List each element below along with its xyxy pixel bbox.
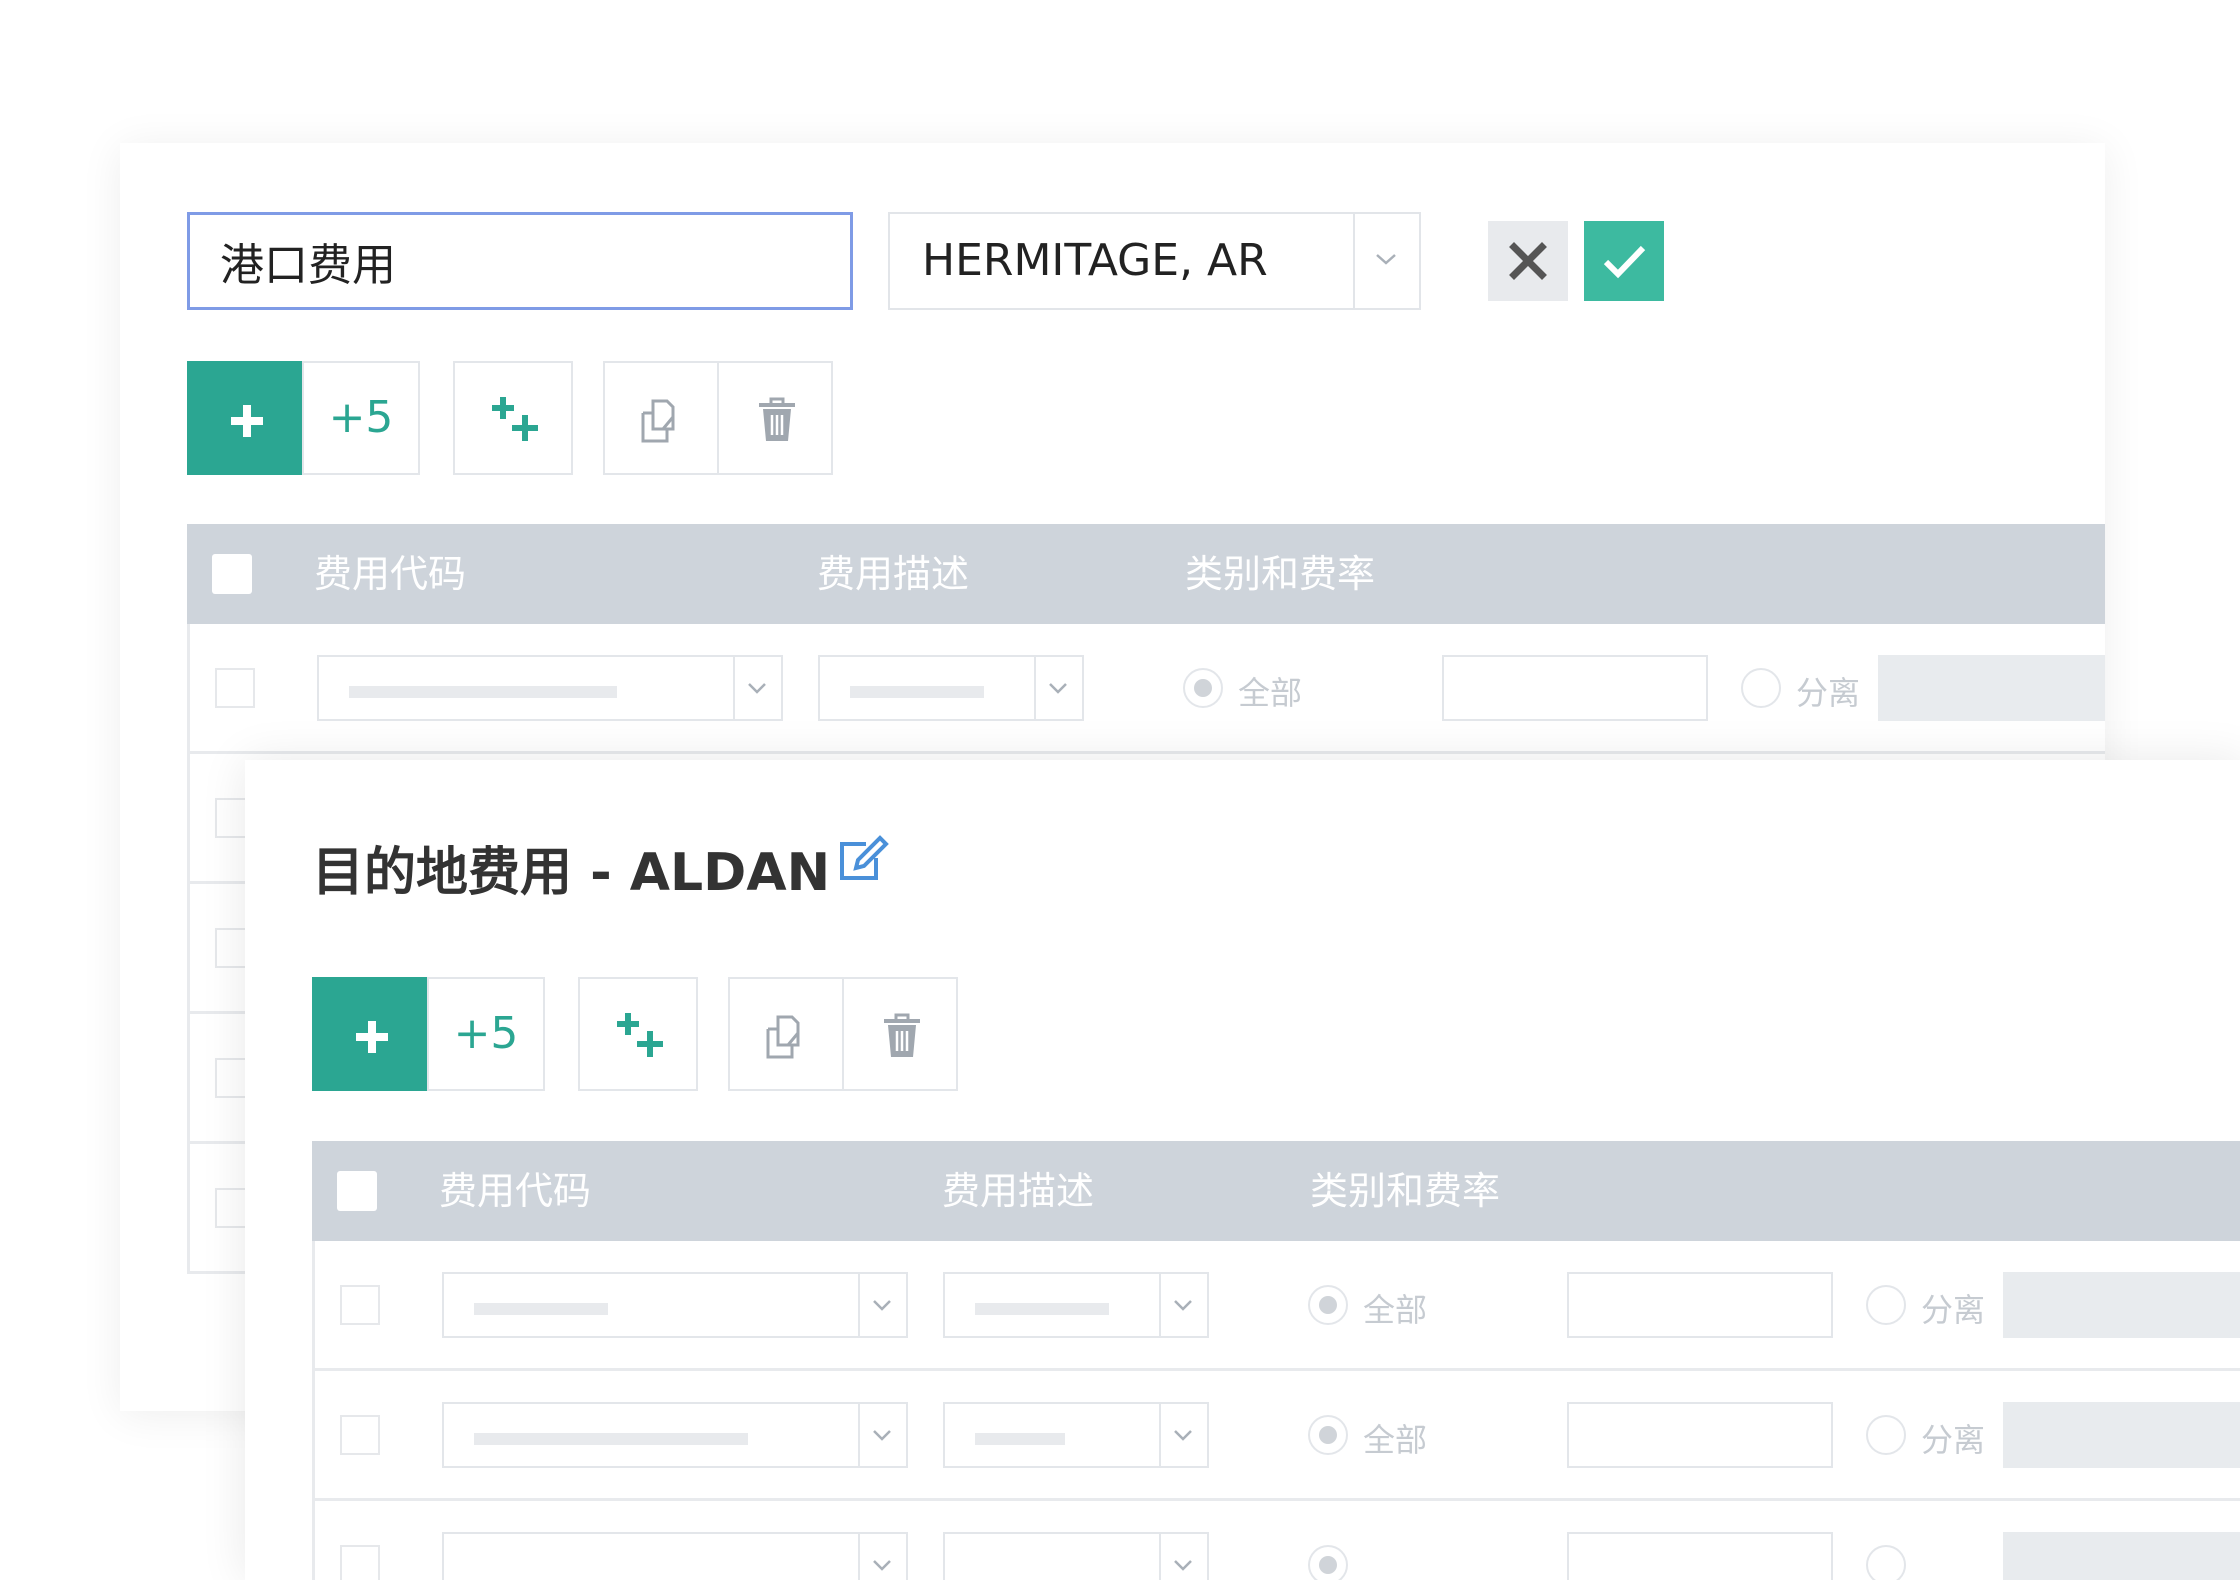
charge-code-select[interactable] bbox=[317, 655, 783, 721]
chevron-down-icon bbox=[1174, 1560, 1192, 1571]
location-select-value: HERMITAGE, AR bbox=[922, 235, 1268, 286]
cancel-button[interactable] bbox=[1488, 221, 1568, 301]
charge-code-select[interactable] bbox=[442, 1402, 908, 1468]
header-charge-code: 费用代码 bbox=[314, 552, 467, 596]
rate-input[interactable] bbox=[1567, 1402, 1833, 1468]
header-charge-description: 费用描述 bbox=[817, 552, 970, 596]
copy-button[interactable] bbox=[728, 977, 844, 1091]
destination-charges-card: 目的地费用 - ALDAN +5 费用代码 费用描述 类别和费率 全部 分离 全… bbox=[245, 760, 2240, 1580]
chevron-down-icon bbox=[873, 1430, 891, 1441]
radio-split-label: 分离 bbox=[1796, 674, 1861, 712]
select-all-checkbox[interactable] bbox=[212, 554, 252, 594]
row-checkbox[interactable] bbox=[340, 1285, 380, 1325]
radio-all-label: 全部 bbox=[1363, 1421, 1428, 1459]
chevron-down-icon bbox=[873, 1560, 891, 1571]
table-row: 全部 分离 bbox=[312, 1371, 2240, 1501]
charge-description-select[interactable] bbox=[943, 1532, 1209, 1580]
radio-all[interactable] bbox=[1308, 1545, 1348, 1580]
close-icon bbox=[1509, 242, 1547, 280]
rate-input[interactable] bbox=[1442, 655, 1708, 721]
header-category-rate: 类别和费率 bbox=[1310, 1169, 1501, 1213]
chevron-down-icon bbox=[748, 683, 766, 694]
row-checkbox[interactable] bbox=[215, 668, 255, 708]
radio-split-label: 分离 bbox=[1921, 1291, 1986, 1329]
add-five-button[interactable]: +5 bbox=[427, 977, 545, 1091]
select-all-checkbox[interactable] bbox=[337, 1171, 377, 1211]
add-five-button[interactable]: +5 bbox=[302, 361, 420, 475]
plus-icon bbox=[231, 405, 263, 437]
table-row bbox=[312, 1501, 2240, 1580]
add-five-label: +5 bbox=[453, 1008, 519, 1059]
charge-description-select[interactable] bbox=[818, 655, 1084, 721]
section-title: 目的地费用 - ALDAN bbox=[312, 843, 831, 903]
table-row: 全部 分离 bbox=[187, 624, 2105, 754]
charge-code-select[interactable] bbox=[442, 1532, 908, 1580]
header-category-rate: 类别和费率 bbox=[1185, 552, 1376, 596]
trash-icon bbox=[759, 397, 795, 441]
radio-split[interactable] bbox=[1741, 668, 1781, 708]
radio-split-label: 分离 bbox=[1921, 1421, 1986, 1459]
radio-all-label: 全部 bbox=[1363, 1291, 1428, 1329]
row-checkbox[interactable] bbox=[340, 1415, 380, 1455]
chevron-down-icon bbox=[1049, 683, 1067, 694]
add-charge-button[interactable] bbox=[312, 977, 429, 1091]
add-multiple-button[interactable] bbox=[453, 361, 573, 475]
charges-toolbar: +5 bbox=[312, 977, 972, 1091]
amount-field[interactable] bbox=[2003, 1532, 2240, 1580]
radio-split[interactable] bbox=[1866, 1285, 1906, 1325]
confirm-button[interactable] bbox=[1584, 221, 1664, 301]
add-five-label: +5 bbox=[328, 392, 394, 443]
charge-description-select[interactable] bbox=[943, 1272, 1209, 1338]
charge-code-select[interactable] bbox=[442, 1272, 908, 1338]
radio-all[interactable] bbox=[1308, 1415, 1348, 1455]
radio-all[interactable] bbox=[1308, 1285, 1348, 1325]
row-checkbox[interactable] bbox=[340, 1545, 380, 1580]
chevron-down-icon bbox=[1174, 1300, 1192, 1311]
copy-button[interactable] bbox=[603, 361, 719, 475]
header-charge-description: 费用描述 bbox=[942, 1169, 1095, 1213]
chevron-down-icon bbox=[1174, 1430, 1192, 1441]
amount-field[interactable] bbox=[2003, 1402, 2240, 1468]
chevron-down-icon[interactable] bbox=[1353, 214, 1419, 308]
copy-icon bbox=[641, 399, 675, 443]
rate-input[interactable] bbox=[1567, 1272, 1833, 1338]
radio-split[interactable] bbox=[1866, 1415, 1906, 1455]
charges-toolbar: +5 bbox=[187, 361, 847, 475]
table-header: 费用代码 费用描述 类别和费率 bbox=[312, 1141, 2240, 1241]
delete-button[interactable] bbox=[842, 977, 958, 1091]
radio-all-label: 全部 bbox=[1238, 674, 1303, 712]
trash-icon bbox=[884, 1013, 920, 1057]
location-select[interactable]: HERMITAGE, AR bbox=[888, 212, 1421, 310]
radio-split[interactable] bbox=[1866, 1545, 1906, 1580]
amount-field[interactable] bbox=[2003, 1272, 2240, 1338]
plus-icon bbox=[356, 1021, 388, 1053]
edit-icon[interactable] bbox=[836, 834, 892, 884]
chevron-down-icon bbox=[873, 1300, 891, 1311]
table-row: 全部 分离 bbox=[312, 1241, 2240, 1371]
header-charge-code: 费用代码 bbox=[439, 1169, 592, 1213]
multi-plus-icon bbox=[617, 1013, 663, 1057]
rate-input[interactable] bbox=[1567, 1532, 1833, 1580]
multi-plus-icon bbox=[492, 397, 538, 441]
check-icon bbox=[1603, 245, 1646, 279]
charge-description-select[interactable] bbox=[943, 1402, 1209, 1468]
add-multiple-button[interactable] bbox=[578, 977, 698, 1091]
charges-table: 费用代码 费用描述 类别和费率 全部 分离 bbox=[312, 1141, 2240, 1580]
radio-all[interactable] bbox=[1183, 668, 1223, 708]
amount-field[interactable] bbox=[1878, 655, 2105, 721]
delete-button[interactable] bbox=[717, 361, 833, 475]
copy-icon bbox=[766, 1015, 800, 1059]
table-header: 费用代码 费用描述 类别和费率 bbox=[187, 524, 2105, 624]
add-charge-button[interactable] bbox=[187, 361, 304, 475]
charge-group-name-input[interactable] bbox=[187, 212, 853, 310]
